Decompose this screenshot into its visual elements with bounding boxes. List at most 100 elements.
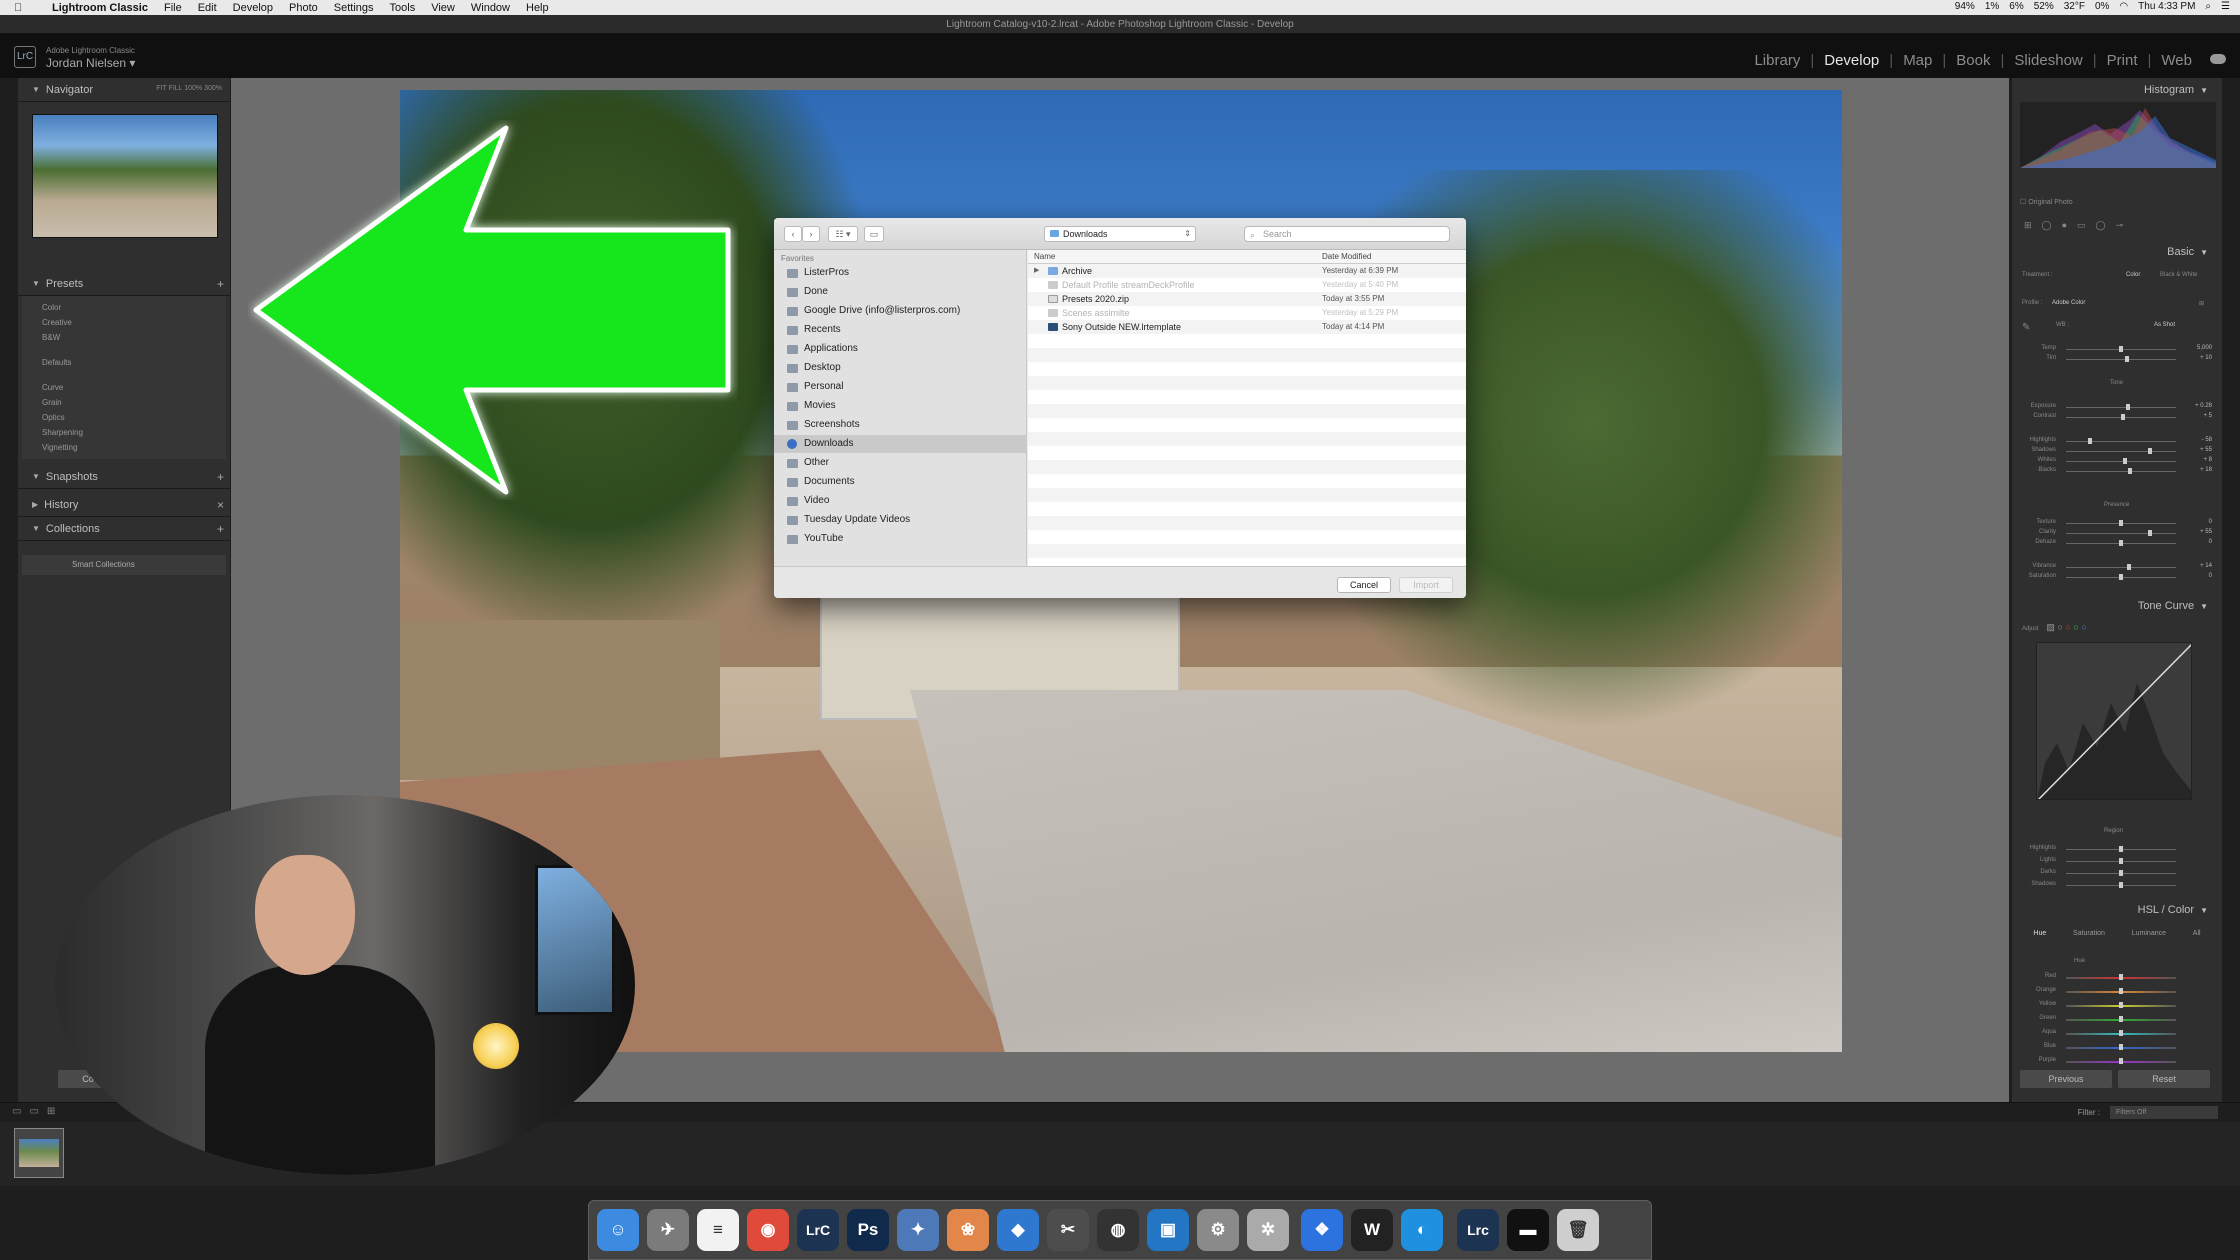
sidebar-item-personal[interactable]: Personal [774,378,1027,396]
preset-group[interactable]: Optics [38,410,226,425]
collections-header[interactable]: ▼ Collections + [18,517,230,541]
view-mode-button[interactable]: ☷ ▾ [828,226,858,242]
location-dropdown[interactable]: Downloads ⇕ [1044,226,1196,242]
module-print[interactable]: Print [2107,52,2138,69]
dock-notes-icon[interactable]: ≡ [697,1209,739,1251]
smart-collections-item[interactable]: Smart Collections [22,555,226,575]
hue-slider-yellow[interactable]: Yellow [2022,1000,2212,1010]
column-date-modified[interactable]: Date Modified [1322,252,1371,261]
dock-chrome-icon[interactable]: ◉ [747,1209,789,1251]
dock-dropbox-icon[interactable]: ❖ [1301,1209,1343,1251]
slider-knob[interactable] [2119,846,2123,852]
menu-window[interactable]: Window [471,2,510,14]
tab-all[interactable]: All [2193,930,2201,944]
weather-status[interactable]: 32°F [2064,1,2085,12]
slider-knob[interactable] [2119,882,2123,888]
filmstrip-thumbnail[interactable] [14,1128,64,1178]
app-menu[interactable]: Lightroom Classic [52,2,148,14]
treatment-color[interactable]: Color [2126,272,2140,278]
clear-history-icon[interactable]: × [217,498,224,512]
slider-knob[interactable] [2123,458,2128,464]
apple-menu-icon[interactable]:  [14,2,28,14]
slider-exposure[interactable]: Exposure + 0.28 [2022,402,2212,412]
sidebar-item-video[interactable]: Video [774,492,1027,510]
sidebar-item-recents[interactable]: Recents [774,321,1027,339]
slider-knob[interactable] [2126,564,2131,570]
slider-track[interactable] [2066,441,2176,442]
module-book[interactable]: Book [1956,52,1990,69]
dock-compressor-icon[interactable]: ✲ [1247,1209,1289,1251]
slider-knob[interactable] [2127,468,2132,474]
slider-value[interactable]: + 14 [2200,563,2212,569]
slider-contrast[interactable]: Contrast + 5 [2022,412,2212,422]
history-header[interactable]: ▶ History × [18,493,230,517]
dock-trash-icon[interactable]: 🗑 [1557,1209,1599,1251]
module-develop[interactable]: Develop [1824,52,1879,69]
slider-value[interactable]: + 0.28 [2195,403,2212,409]
slider-shadows[interactable]: Shadows + 55 [2022,446,2212,456]
dock-live-app-icon[interactable]: ▣ [1147,1209,1189,1251]
dock-safari-icon[interactable]: ✦ [897,1209,939,1251]
slider-knob[interactable] [2119,974,2123,980]
slider-value[interactable]: + 18 [2200,467,2212,473]
slider-texture[interactable]: Texture 0 [2022,518,2212,528]
spotlight-icon[interactable]: ⌕ [2205,1,2211,12]
slider-tint[interactable]: Tint + 10 [2022,354,2212,364]
histogram[interactable] [2020,102,2216,168]
slider-track[interactable] [2066,461,2176,462]
search-input[interactable]: ⌕ Search [1244,226,1450,242]
slider-knob[interactable] [2119,540,2123,546]
dock-davinci-resolve-icon[interactable]: ◍ [1097,1209,1139,1251]
menu-photo[interactable]: Photo [289,2,318,14]
slider-track[interactable] [2066,471,2176,472]
slider-temp[interactable]: Temp 5,000 [2022,344,2212,354]
menu-view[interactable]: View [431,2,455,14]
disk-status[interactable]: 0% [2095,1,2109,12]
slider-value[interactable]: - 58 [2202,437,2212,443]
dock-wordpress-icon[interactable]: W [1351,1209,1393,1251]
slider-knob[interactable] [2147,448,2152,454]
slider-knob[interactable] [2121,414,2126,420]
back-button[interactable]: ‹ [784,226,802,242]
sidebar-item-applications[interactable]: Applications [774,340,1027,358]
sidebar-item-screenshots[interactable]: Screenshots [774,416,1027,434]
wifi-icon[interactable]: ◠ [2119,1,2128,12]
slider-knob[interactable] [2119,858,2123,864]
user-name[interactable]: Jordan Nielsen ▾ [46,56,135,70]
hue-slider-purple[interactable]: Purple [2022,1056,2212,1066]
slider-knob[interactable] [2119,574,2123,580]
slider-knob[interactable] [2119,988,2123,994]
slider-whites[interactable]: Whites + 8 [2022,456,2212,466]
dock-final-cut-icon[interactable]: ✂ [1047,1209,1089,1251]
dock-launchpad-icon[interactable]: ✈ [647,1209,689,1251]
column-name[interactable]: Name [1034,252,1055,261]
histogram-header[interactable]: Histogram ▼ [2012,80,2222,100]
add-preset-icon[interactable]: + [217,277,224,291]
preset-group[interactable]: Color [38,300,226,315]
slider-track[interactable] [2066,533,2176,534]
slider-value[interactable]: 0 [2209,539,2212,545]
sidebar-item-desktop[interactable]: Desktop [774,359,1027,377]
slider-value[interactable]: + 55 [2200,447,2212,453]
slider-track[interactable] [2066,407,2176,408]
slider-value[interactable]: + 10 [2200,355,2212,361]
slider-value[interactable]: + 8 [2203,457,2212,463]
region-slider-lights[interactable]: Lights [2022,856,2212,866]
slider-track[interactable] [2066,359,2176,360]
hue-slider-red[interactable]: Red [2022,972,2212,982]
slider-knob[interactable] [2119,1016,2123,1022]
reset-button[interactable]: Reset [2118,1070,2210,1088]
module-slideshow[interactable]: Slideshow [2014,52,2082,69]
forward-button[interactable]: › [802,226,820,242]
menu-help[interactable]: Help [526,2,549,14]
navigator-header[interactable]: ▼ Navigator FIT FILL 100% 300% [18,78,230,102]
preset-group[interactable]: Sharpening [38,425,226,440]
control-center-icon[interactable]: ☰ [2221,1,2230,12]
dock-photoshop-icon[interactable]: Ps [847,1209,889,1251]
module-map[interactable]: Map [1903,52,1932,69]
file-row-presets-zip[interactable]: Presets 2020.zip Today at 3:55 PM [1028,292,1466,306]
profile-browser-icon[interactable]: ⊞ [2199,300,2204,307]
menu-file[interactable]: File [164,2,182,14]
cloud-sync-icon[interactable] [2210,54,2226,64]
slider-blacks[interactable]: Blacks + 18 [2022,466,2212,476]
